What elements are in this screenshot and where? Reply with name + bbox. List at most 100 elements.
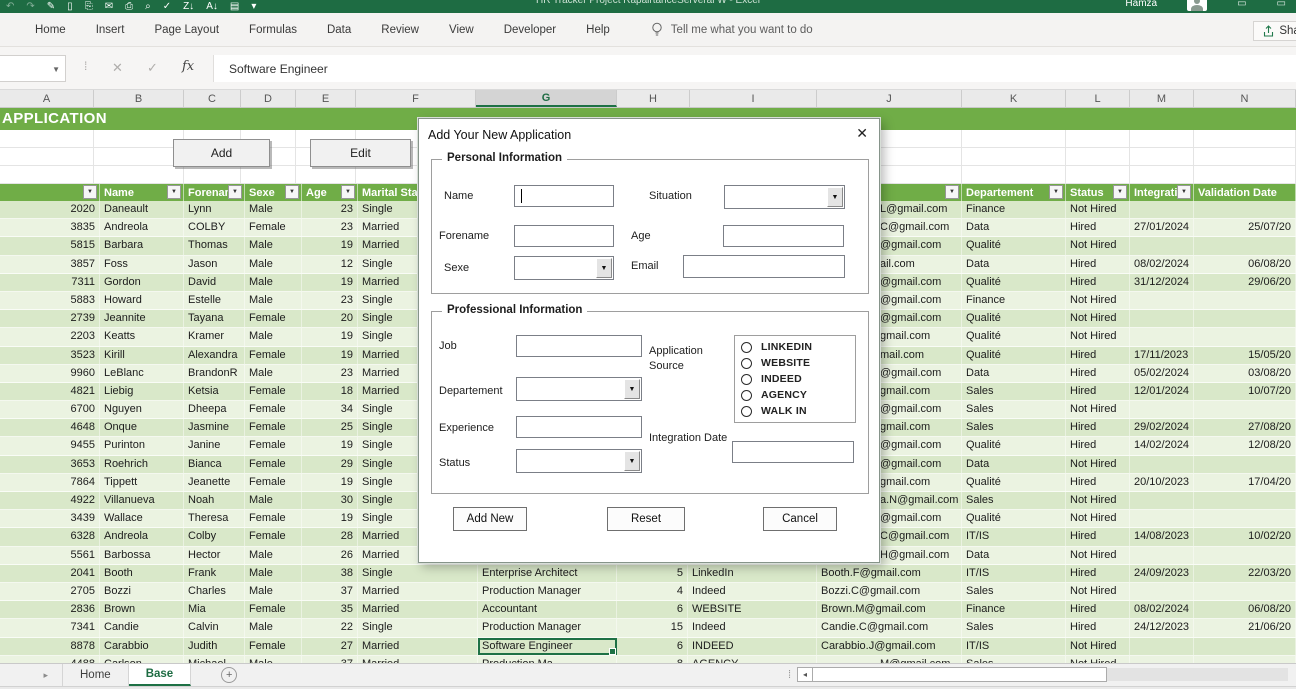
grid-cell[interactable] <box>1130 130 1194 147</box>
cell-age[interactable]: 19 <box>302 347 358 364</box>
cell-departement[interactable]: Sales <box>962 583 1066 600</box>
cell-integration[interactable] <box>1130 401 1194 418</box>
cell-sexe[interactable]: Female <box>245 528 302 545</box>
cell-departement[interactable]: Data <box>962 456 1066 473</box>
formula-bar-grip[interactable]: ⁞ <box>84 59 86 73</box>
column-integration-header[interactable]: Integration▼ <box>1130 184 1194 201</box>
cell-id[interactable]: 8878 <box>0 638 100 655</box>
cell-id[interactable]: 4488 <box>0 656 100 663</box>
filter-icon[interactable]: ▼ <box>228 185 242 199</box>
cell-name[interactable]: Andreola <box>100 219 184 236</box>
cell-id[interactable]: 7311 <box>0 274 100 291</box>
filter-icon[interactable]: ▼ <box>167 185 181 199</box>
confirm-entry-icon[interactable]: ✓ <box>147 60 158 76</box>
scrollbar-track[interactable] <box>1107 668 1288 681</box>
cell-marital[interactable]: Married <box>358 601 478 618</box>
cell-departement[interactable]: Finance <box>962 601 1066 618</box>
grid-cell[interactable] <box>94 130 184 147</box>
sexe-select[interactable]: ▼ <box>514 256 614 280</box>
column-header-I[interactable]: I <box>690 90 817 107</box>
cell-name[interactable]: Bozzi <box>100 583 184 600</box>
cell-validation[interactable]: 03/08/20 <box>1194 365 1296 382</box>
integration-date-field[interactable] <box>732 441 854 463</box>
ribbon-display-options-icon[interactable]: ▭ <box>1237 0 1246 9</box>
chevron-down-icon[interactable]: ▼ <box>624 379 640 399</box>
grid-cell[interactable] <box>184 166 241 183</box>
cell-departement[interactable]: Qualité <box>962 510 1066 527</box>
column-header-A[interactable]: A <box>0 90 94 107</box>
cell-departement[interactable]: Sales <box>962 383 1066 400</box>
filter-icon[interactable]: ▼ <box>341 185 355 199</box>
cell-job[interactable]: Production Manager <box>478 619 617 636</box>
cell-experience[interactable]: 6 <box>617 601 688 618</box>
grid-cell[interactable] <box>1194 130 1296 147</box>
column-header-C[interactable]: C <box>184 90 241 107</box>
tab-insert[interactable]: Insert <box>81 13 140 46</box>
cell-name[interactable]: Candie <box>100 619 184 636</box>
cell-validation[interactable]: 25/07/20 <box>1194 219 1296 236</box>
column-header-H[interactable]: H <box>617 90 690 107</box>
cell-job[interactable]: Accountant <box>478 601 617 618</box>
cell-age[interactable]: 35 <box>302 601 358 618</box>
column-id-header[interactable]: ▼ <box>0 184 100 201</box>
cell-forename[interactable]: Michael <box>184 656 245 663</box>
tab-help[interactable]: Help <box>571 13 625 46</box>
grid-cell[interactable] <box>1066 130 1130 147</box>
cell-departement[interactable]: Sales <box>962 656 1066 663</box>
cell-sexe[interactable]: Male <box>245 328 302 345</box>
cell-name[interactable]: Barbara <box>100 237 184 254</box>
cell-id[interactable]: 2203 <box>0 328 100 345</box>
cell-name[interactable]: Liebig <box>100 383 184 400</box>
cell-email[interactable]: Brown.M@gmail.com <box>817 601 962 618</box>
scrollbar-grip[interactable]: ⁞ <box>788 669 791 681</box>
cell-name[interactable]: Onque <box>100 419 184 436</box>
cell-age[interactable]: 12 <box>302 256 358 273</box>
cell-sexe[interactable]: Male <box>245 365 302 382</box>
cell-age[interactable]: 23 <box>302 292 358 309</box>
cell-forename[interactable]: Frank <box>184 565 245 582</box>
cell-departement[interactable]: Sales <box>962 401 1066 418</box>
cell-integration[interactable]: 27/01/2024 <box>1130 219 1194 236</box>
cell-departement[interactable]: Qualité <box>962 437 1066 454</box>
cell-status[interactable]: Not Hired <box>1066 201 1130 218</box>
cell-forename[interactable]: Theresa <box>184 510 245 527</box>
cell-sexe[interactable]: Female <box>245 474 302 491</box>
cell-integration[interactable] <box>1130 656 1194 663</box>
cell-id[interactable]: 6700 <box>0 401 100 418</box>
cell-age[interactable]: 29 <box>302 456 358 473</box>
cell-id[interactable]: 2836 <box>0 601 100 618</box>
cell-id[interactable]: 9455 <box>0 437 100 454</box>
cell-job[interactable]: Enterprise Architect <box>478 565 617 582</box>
grid-cell[interactable] <box>1066 166 1130 183</box>
cell-age[interactable]: 22 <box>302 619 358 636</box>
cell-email[interactable]: Bozzi.C@gmail.com <box>817 583 962 600</box>
radio-option-indeed[interactable]: INDEED <box>741 373 849 385</box>
cell-status[interactable]: Hired <box>1066 437 1130 454</box>
cell-integration[interactable] <box>1130 492 1194 509</box>
reset-button[interactable]: Reset <box>607 507 685 531</box>
cell-age[interactable]: 19 <box>302 237 358 254</box>
grid-cell[interactable] <box>94 166 184 183</box>
column-header-B[interactable]: B <box>94 90 184 107</box>
tab-formulas[interactable]: Formulas <box>234 13 312 46</box>
filter-icon[interactable]: ▼ <box>945 185 959 199</box>
radio-icon[interactable] <box>741 390 752 401</box>
cell-name[interactable]: Brown <box>100 601 184 618</box>
cell-integration[interactable]: 05/02/2024 <box>1130 365 1194 382</box>
column-name-header[interactable]: Name▼ <box>100 184 184 201</box>
cell-status[interactable]: Hired <box>1066 274 1130 291</box>
cell-name[interactable]: Keatts <box>100 328 184 345</box>
formula-input[interactable]: Software Engineer <box>213 55 1296 82</box>
column-status-header[interactable]: Status▼ <box>1066 184 1130 201</box>
cell-departement[interactable]: Sales <box>962 419 1066 436</box>
cell-validation[interactable] <box>1194 510 1296 527</box>
cell-name[interactable]: Villanueva <box>100 492 184 509</box>
cell-integration[interactable]: 17/11/2023 <box>1130 347 1194 364</box>
cell-name[interactable]: Jeannite <box>100 310 184 327</box>
cell-age[interactable]: 23 <box>302 201 358 218</box>
age-field[interactable] <box>723 225 844 247</box>
cell-validation[interactable] <box>1194 547 1296 564</box>
cell-experience[interactable]: 5 <box>617 565 688 582</box>
grid-cell[interactable] <box>0 130 94 147</box>
cell-departement[interactable]: Data <box>962 547 1066 564</box>
